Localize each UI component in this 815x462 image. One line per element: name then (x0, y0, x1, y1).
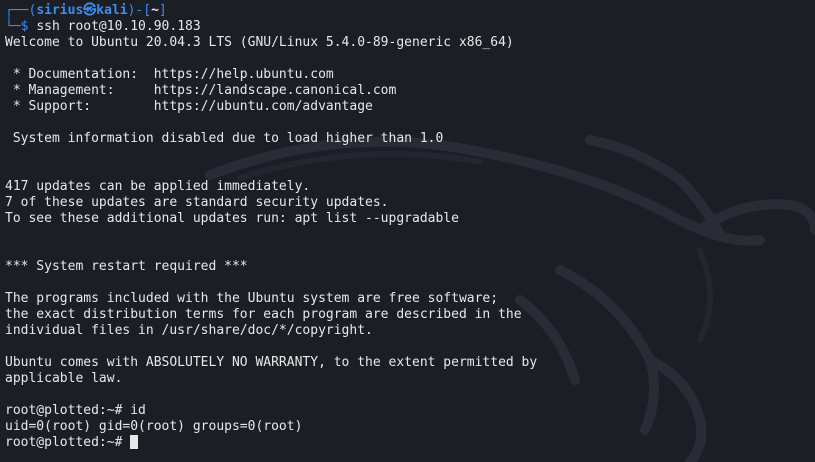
prompt-at: ㉿ (83, 3, 97, 18)
prompt-command-line: └─$ ssh root@10.10.90.183 (5, 19, 815, 35)
prompt-open: ┌──( (5, 3, 37, 18)
prompt-host: kali (96, 3, 128, 18)
last-prompt: root@plotted:~# (5, 435, 131, 450)
prompt-header-line: ┌──(sirius㉿kali)-[~] (5, 3, 815, 19)
text-cursor[interactable] (130, 435, 139, 449)
prompt-mid: )-[ (127, 3, 152, 18)
output-line: the exact distribution terms for each pr… (5, 307, 522, 322)
output-line: System information disabled due to load … (5, 131, 444, 146)
output-line: * Documentation: https://help.ubuntu.com (5, 67, 334, 82)
prompt-user: sirius (36, 3, 84, 18)
output-line: * Support: https://ubuntu.com/advantage (5, 99, 373, 114)
output-line: individual files in /usr/share/doc/*/cop… (5, 323, 373, 338)
output-line: uid=0(root) gid=0(root) groups=0(root) (5, 419, 303, 434)
output-line: applicable law. (5, 371, 123, 386)
output-line: Ubuntu comes with ABSOLUTELY NO WARRANTY… (5, 355, 538, 370)
output-line: *** System restart required *** (5, 259, 248, 274)
output-line: root@plotted:~# id (5, 403, 146, 418)
prompt-close: ] (158, 3, 167, 18)
terminal-window[interactable]: ┌──(sirius㉿kali)-[~] └─$ ssh root@10.10.… (0, 0, 815, 462)
prompt-path: ~ (151, 3, 159, 18)
output-line: To see these additional updates run: apt… (5, 211, 459, 226)
output-line: 7 of these updates are standard security… (5, 195, 389, 210)
prompt-arrow: └─$ (5, 19, 29, 34)
output-line: 417 updates can be applied immediately. (5, 179, 311, 194)
terminal-output: ┌──(sirius㉿kali)-[~] └─$ ssh root@10.10.… (5, 3, 815, 451)
output-line: Welcome to Ubuntu 20.04.3 LTS (GNU/Linux… (5, 35, 514, 50)
output-line: The programs included with the Ubuntu sy… (5, 291, 499, 306)
active-prompt-line[interactable]: root@plotted:~# (5, 435, 815, 451)
ssh-command: ssh root@10.10.90.183 (36, 19, 201, 34)
output-line: * Management: https://landscape.canonica… (5, 83, 397, 98)
